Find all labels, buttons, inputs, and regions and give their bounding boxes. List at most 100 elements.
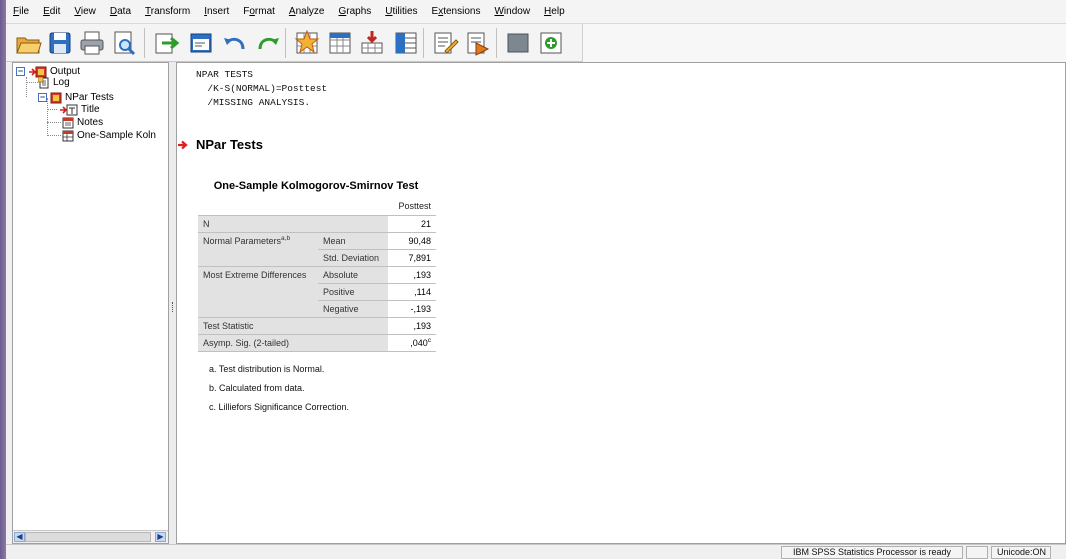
menu-edit[interactable]: Edit — [36, 0, 67, 24]
variables-icon[interactable] — [358, 29, 386, 57]
menu-graphs[interactable]: Graphs — [331, 0, 378, 24]
table-cell: ,114 — [388, 283, 436, 301]
footnote: b. Calculated from data. — [209, 383, 305, 393]
tree-line — [47, 109, 57, 110]
insert-output-icon[interactable] — [431, 29, 459, 57]
add-icon[interactable] — [537, 29, 565, 57]
unicode-status: Unicode:ON — [991, 546, 1051, 559]
syntax-line: NPAR TESTS — [196, 69, 254, 80]
outline-node-notes[interactable]: Notes — [62, 116, 103, 129]
menu-utilities[interactable]: Utilities — [378, 0, 424, 24]
spss-viewer-window: File Edit View Data Transform Insert Format Ana… — [0, 0, 1066, 559]
outline-pane[interactable]: − Output Log − NPar Tests Title Notes On… — [12, 62, 169, 544]
row-sublabel: Negative — [318, 300, 388, 318]
row-sublabel: Positive — [318, 283, 388, 301]
toolbar-separator — [496, 28, 497, 58]
arrow-icon — [27, 66, 37, 78]
toolbar-separator — [144, 28, 145, 58]
pivot-table-icon — [62, 130, 74, 142]
menu-data[interactable]: Data — [103, 0, 138, 24]
toolbar-separator — [285, 28, 286, 58]
notes-icon — [62, 117, 74, 129]
status-bar: IBM SPSS Statistics Processor is ready U… — [6, 544, 1066, 559]
outline-node-ks-test[interactable]: One-Sample Koln — [62, 129, 156, 142]
page-title: NPar Tests — [196, 137, 263, 152]
status-cell-empty — [966, 546, 988, 559]
syntax-line: /K-S(NORMAL)=Posttest — [196, 83, 328, 94]
row-label-text: Normal Parameters — [203, 235, 282, 246]
title-icon — [66, 104, 78, 116]
cell-value: ,040 — [410, 337, 428, 348]
redo-icon[interactable] — [254, 29, 282, 57]
table-title: One-Sample Kolmogorov-Smirnov Test — [213, 180, 419, 192]
menu-help[interactable]: Help — [537, 0, 572, 24]
outline-label: Title — [81, 104, 100, 115]
outline-label: Log — [53, 77, 70, 88]
menu-analyze[interactable]: Analyze — [282, 0, 332, 24]
pane-splitter[interactable] — [169, 62, 176, 544]
ks-test-table[interactable]: Posttest N 21 Normal Parametersa,b Mean … — [198, 198, 436, 352]
output-book-icon — [50, 92, 62, 104]
export-icon[interactable] — [152, 29, 180, 57]
outline-label: One-Sample Koln — [77, 130, 156, 141]
table-row: Asymp. Sig. (2-tailed) ,040c — [198, 334, 436, 352]
split-file-icon[interactable] — [392, 29, 420, 57]
syntax-line: /MISSING ANALYSIS. — [196, 97, 311, 108]
table-row: Normal Parametersa,b Mean 90,48 — [198, 232, 436, 267]
menu-transform[interactable]: Transform — [138, 0, 197, 24]
red-arrow-icon — [177, 139, 189, 151]
processor-status: IBM SPSS Statistics Processor is ready — [781, 546, 963, 559]
undo-icon[interactable] — [221, 29, 249, 57]
row-label: Normal Parametersa,b — [198, 232, 318, 267]
outline-node-title[interactable]: Title — [58, 103, 100, 116]
row-label: Test Statistic — [198, 317, 388, 335]
row-sublabel: Absolute — [318, 266, 388, 284]
scroll-thumb[interactable] — [25, 532, 151, 542]
column-header: Posttest — [388, 198, 436, 216]
row-sublabel: Mean — [318, 232, 388, 250]
save-icon[interactable] — [46, 29, 74, 57]
table-cell: -,193 — [388, 300, 436, 318]
tree-line — [47, 122, 61, 123]
toolbar — [6, 24, 1066, 62]
outline-node-log[interactable]: Log — [38, 76, 70, 89]
table-cell — [318, 198, 388, 216]
collapse-toggle-icon[interactable]: − — [16, 67, 25, 76]
table-row: Posttest — [198, 198, 436, 216]
recall-dialog-icon[interactable] — [187, 29, 215, 57]
outline-label: NPar Tests — [65, 92, 114, 103]
scroll-left-icon[interactable]: ◀ — [14, 532, 25, 542]
table-cell: ,193 — [388, 317, 436, 335]
log-icon — [38, 76, 50, 89]
designate-window-icon[interactable] — [504, 29, 532, 57]
print-preview-icon[interactable] — [110, 29, 138, 57]
tree-line — [47, 135, 61, 136]
arrow-icon — [58, 104, 68, 116]
table-row: N 21 — [198, 215, 436, 233]
footnote-marker: a,b — [281, 234, 291, 242]
insert-syntax-icon[interactable] — [464, 29, 492, 57]
menu-format[interactable]: Format — [236, 0, 282, 24]
splitter-grip-icon[interactable] — [172, 302, 173, 312]
table-row: Most Extreme Differences Absolute ,193 — [198, 266, 436, 318]
collapse-toggle-icon[interactable]: − — [38, 93, 47, 102]
scroll-right-icon[interactable]: ▶ — [155, 532, 166, 542]
table-cell — [198, 198, 318, 216]
table-cell: 21 — [388, 215, 436, 233]
goto-data-icon[interactable] — [293, 29, 321, 57]
row-sublabel: Std. Deviation — [318, 249, 388, 267]
outline-horizontal-scrollbar[interactable]: ◀ ▶ — [13, 530, 168, 543]
window-edge — [0, 0, 6, 559]
menu-window[interactable]: Window — [487, 0, 537, 24]
print-icon[interactable] — [78, 29, 106, 57]
npar-tests-heading[interactable]: NPar Tests — [177, 137, 263, 152]
menu-insert[interactable]: Insert — [197, 0, 236, 24]
open-icon[interactable] — [14, 29, 42, 57]
menu-extensions[interactable]: Extensions — [425, 0, 488, 24]
tree-line — [26, 77, 27, 97]
menu-file[interactable]: File — [6, 0, 36, 24]
goto-case-icon[interactable] — [326, 29, 354, 57]
output-content-pane[interactable]: NPAR TESTS /K-S(NORMAL)=Posttest /MISSIN… — [176, 62, 1066, 544]
footnote: c. Lilliefors Significance Correction. — [209, 402, 350, 412]
menu-view[interactable]: View — [67, 0, 103, 24]
